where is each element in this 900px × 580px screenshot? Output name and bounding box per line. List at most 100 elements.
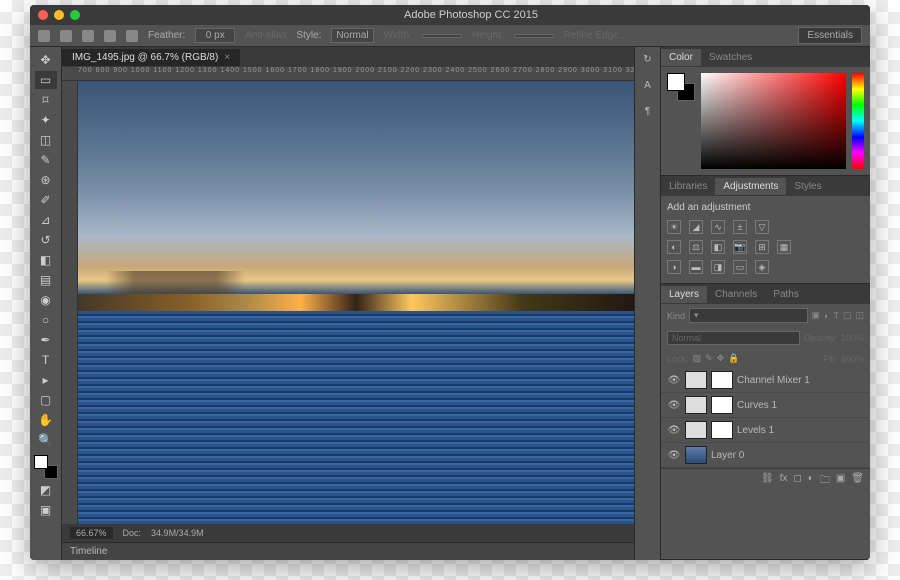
tab-libraries[interactable]: Libraries: [661, 178, 715, 195]
move-tool[interactable]: ✥: [35, 51, 57, 69]
layer-thumbnail[interactable]: [685, 421, 707, 439]
new-adjustment-icon[interactable]: ◐: [808, 473, 814, 490]
zoom-level[interactable]: 66.67%: [70, 527, 113, 539]
tool-preset-icon[interactable]: [38, 30, 50, 42]
history-panel-icon[interactable]: ↻: [640, 51, 656, 67]
selection-new-icon[interactable]: [60, 30, 72, 42]
invert-icon[interactable]: ◑: [667, 260, 681, 274]
timeline-panel[interactable]: Timeline: [62, 542, 634, 560]
filter-pixel-icon[interactable]: ▣: [812, 310, 821, 321]
marquee-tool[interactable]: ▭: [35, 71, 57, 89]
lock-position-icon[interactable]: ✥: [717, 353, 725, 364]
layer-mask-thumbnail[interactable]: [711, 371, 733, 389]
crop-tool[interactable]: ◫: [35, 131, 57, 149]
zoom-window-icon[interactable]: [70, 10, 80, 20]
visibility-icon[interactable]: 👁: [667, 375, 681, 386]
exposure-icon[interactable]: ±: [733, 220, 747, 234]
eyedropper-tool[interactable]: ✎: [35, 151, 57, 169]
delete-layer-icon[interactable]: 🗑: [851, 473, 864, 490]
foreground-background-swatch[interactable]: [667, 73, 695, 101]
visibility-icon[interactable]: 👁: [667, 450, 681, 461]
layer-thumbnail[interactable]: [685, 371, 707, 389]
filter-type-icon[interactable]: T: [833, 311, 839, 321]
tab-layers[interactable]: Layers: [661, 286, 707, 303]
color-swatches[interactable]: [34, 455, 58, 479]
color-balance-icon[interactable]: ⚖: [689, 240, 703, 254]
selection-intersect-icon[interactable]: [126, 30, 138, 42]
layer-filter-select[interactable]: ▾: [689, 308, 808, 323]
filter-shape-icon[interactable]: ▢: [843, 310, 852, 321]
visibility-icon[interactable]: 👁: [667, 425, 681, 436]
selective-color-icon[interactable]: ◈: [755, 260, 769, 274]
color-field[interactable]: [701, 73, 846, 169]
hand-tool[interactable]: ✋: [35, 411, 57, 429]
posterize-icon[interactable]: ▬: [689, 260, 703, 274]
eraser-tool[interactable]: ◧: [35, 251, 57, 269]
levels-icon[interactable]: ◢: [689, 220, 703, 234]
tab-paths[interactable]: Paths: [765, 286, 807, 303]
black-white-icon[interactable]: ◧: [711, 240, 725, 254]
canvas[interactable]: [78, 81, 634, 524]
new-group-icon[interactable]: 🗀: [820, 473, 830, 490]
quick-mask-icon[interactable]: ◩: [35, 481, 57, 499]
gradient-tool[interactable]: ▤: [35, 271, 57, 289]
brush-tool[interactable]: ✐: [35, 191, 57, 209]
gradient-map-icon[interactable]: ▭: [733, 260, 747, 274]
feather-input[interactable]: 0 px: [195, 28, 235, 43]
layer-row[interactable]: 👁 Levels 1: [661, 418, 870, 443]
filter-smart-icon[interactable]: ◫: [855, 310, 864, 321]
character-panel-icon[interactable]: A: [640, 77, 656, 93]
lock-pixels-icon[interactable]: ✎: [705, 353, 713, 364]
shape-tool[interactable]: ▢: [35, 391, 57, 409]
zoom-tool[interactable]: 🔍: [35, 431, 57, 449]
selection-add-icon[interactable]: [82, 30, 94, 42]
dodge-tool[interactable]: ○: [35, 311, 57, 329]
vibrance-icon[interactable]: ▽: [755, 220, 769, 234]
history-brush-tool[interactable]: ↺: [35, 231, 57, 249]
opacity-value[interactable]: 100%: [841, 333, 864, 343]
brightness-contrast-icon[interactable]: ☀: [667, 220, 681, 234]
link-layers-icon[interactable]: ⛓: [761, 473, 774, 490]
refine-edge-button[interactable]: Refine Edge...: [564, 30, 627, 41]
pen-tool[interactable]: ✒: [35, 331, 57, 349]
antialias-checkbox[interactable]: Anti-alias: [245, 30, 286, 41]
curves-icon[interactable]: ∿: [711, 220, 725, 234]
workspace-switcher[interactable]: Essentials: [798, 27, 862, 44]
lasso-tool[interactable]: ⌑: [35, 91, 57, 109]
blend-mode-select[interactable]: Normal: [667, 331, 800, 345]
tab-swatches[interactable]: Swatches: [701, 49, 760, 66]
layer-style-icon[interactable]: fx: [780, 473, 788, 490]
screen-mode-icon[interactable]: ▣: [35, 501, 57, 519]
new-layer-icon[interactable]: ▣: [836, 473, 845, 490]
minimize-window-icon[interactable]: [54, 10, 64, 20]
clone-stamp-tool[interactable]: ⊿: [35, 211, 57, 229]
layer-row[interactable]: 👁 Layer 0: [661, 443, 870, 468]
tab-adjustments[interactable]: Adjustments: [715, 178, 786, 195]
healing-brush-tool[interactable]: ⊛: [35, 171, 57, 189]
paragraph-panel-icon[interactable]: ¶: [640, 103, 656, 119]
close-window-icon[interactable]: [38, 10, 48, 20]
channel-mixer-icon[interactable]: ⊞: [755, 240, 769, 254]
tab-color[interactable]: Color: [661, 49, 701, 66]
magic-wand-tool[interactable]: ✦: [35, 111, 57, 129]
layer-name[interactable]: Levels 1: [737, 425, 774, 436]
hue-saturation-icon[interactable]: ◐: [667, 240, 681, 254]
layer-mask-icon[interactable]: ◻: [793, 473, 801, 490]
layer-thumbnail[interactable]: [685, 396, 707, 414]
close-tab-icon[interactable]: ×: [224, 52, 230, 63]
visibility-icon[interactable]: 👁: [667, 400, 681, 411]
type-tool[interactable]: T: [35, 351, 57, 369]
tab-styles[interactable]: Styles: [786, 178, 829, 195]
fill-value[interactable]: 100%: [841, 354, 864, 364]
lock-transparency-icon[interactable]: ▨: [693, 353, 702, 364]
layer-row[interactable]: 👁 Curves 1: [661, 393, 870, 418]
color-lookup-icon[interactable]: ▦: [777, 240, 791, 254]
blur-tool[interactable]: ◉: [35, 291, 57, 309]
document-tab[interactable]: IMG_1495.jpg @ 66.7% (RGB/8) ×: [62, 49, 240, 66]
filter-adjustment-icon[interactable]: ◐: [824, 311, 829, 321]
layer-name[interactable]: Curves 1: [737, 400, 777, 411]
tab-channels[interactable]: Channels: [707, 286, 765, 303]
layer-thumbnail[interactable]: [685, 446, 707, 464]
layer-row[interactable]: 👁 Channel Mixer 1: [661, 368, 870, 393]
style-select[interactable]: Normal: [331, 28, 373, 43]
